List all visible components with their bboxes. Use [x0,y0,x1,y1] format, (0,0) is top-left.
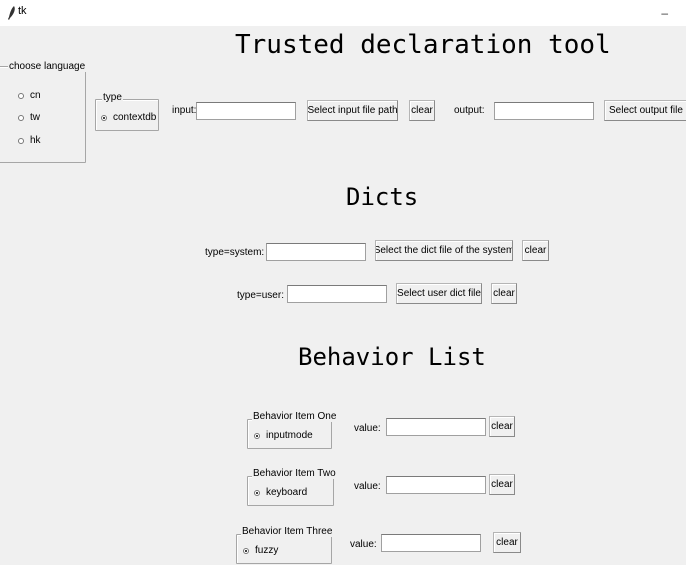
title-bar: tk – [0,0,686,26]
behavior-item-two-legend: Behavior Item Two [252,468,337,479]
behavior-option-label: inputmode [266,430,313,441]
user-dict-label: type=user: [237,290,284,301]
feather-icon [8,6,15,20]
radio-icon [18,92,24,99]
minimize-button[interactable]: – [661,6,668,20]
language-option-label: cn [30,90,41,101]
input-label: input: [172,105,197,116]
system-dict-label: type=system: [205,247,265,258]
behavior-option-label: fuzzy [255,545,279,556]
select-output-file-button[interactable]: Select output file pa [604,100,686,121]
page-title: Trusted declaration tool [235,30,611,60]
behavior-radio-fuzzy[interactable]: fuzzy [243,545,278,556]
behavior-item-two-clear-button[interactable]: clear [489,474,515,495]
behavior-item-three-clear-button[interactable]: clear [493,532,521,553]
language-group-legend: choose language [8,61,87,72]
language-radio-cn[interactable]: cn [18,90,41,101]
radio-selected-icon [254,432,260,439]
system-dict-field[interactable] [266,243,366,261]
input-path-field[interactable] [196,102,296,120]
type-option-label: contextdb [113,112,157,123]
behavior-item-one-clear-button[interactable]: clear [489,416,515,437]
language-radio-hk[interactable]: hk [18,135,41,146]
behavior-item-one-value-label: value: [354,423,381,434]
radio-icon [18,137,24,144]
dicts-title: Dicts [346,183,419,211]
type-radio-contextdb[interactable]: contextdb [101,112,156,123]
behavior-item-two-value-label: value: [354,481,381,492]
window-title: tk [18,5,27,17]
behavior-radio-inputmode[interactable]: inputmode [254,430,313,441]
radio-selected-icon [101,114,107,121]
system-dict-clear-button[interactable]: clear [522,240,549,261]
radio-icon [18,114,24,121]
user-dict-clear-button[interactable]: clear [491,283,517,304]
behavior-item-three-value-label: value: [350,539,377,550]
select-output-file-button-label: Select output file pa [609,105,686,116]
select-user-dict-button[interactable]: Select user dict file [396,283,482,304]
behavior-radio-keyboard[interactable]: keyboard [254,487,307,498]
input-clear-button[interactable]: clear [409,100,435,121]
language-option-label: tw [30,112,40,123]
radio-selected-icon [243,547,249,554]
behavior-item-three-value-field[interactable] [381,534,481,552]
behavior-item-two-value-field[interactable] [386,476,486,494]
output-path-field[interactable] [494,102,594,120]
language-group [0,66,86,163]
behavior-list-title: Behavior List [298,343,486,371]
behavior-option-label: keyboard [266,487,308,498]
behavior-item-three-legend: Behavior Item Three [241,526,334,537]
select-input-file-button[interactable]: Select input file path [307,100,398,121]
select-system-dict-button[interactable]: Select the dict file of the system [375,240,513,261]
behavior-item-one-legend: Behavior Item One [252,411,338,422]
behavior-item-one-value-field[interactable] [386,418,486,436]
language-radio-tw[interactable]: tw [18,112,40,123]
type-group-legend: type [102,92,123,103]
user-dict-field[interactable] [287,285,387,303]
radio-selected-icon [254,489,260,496]
output-label: output: [454,105,485,116]
language-option-label: hk [30,135,41,146]
